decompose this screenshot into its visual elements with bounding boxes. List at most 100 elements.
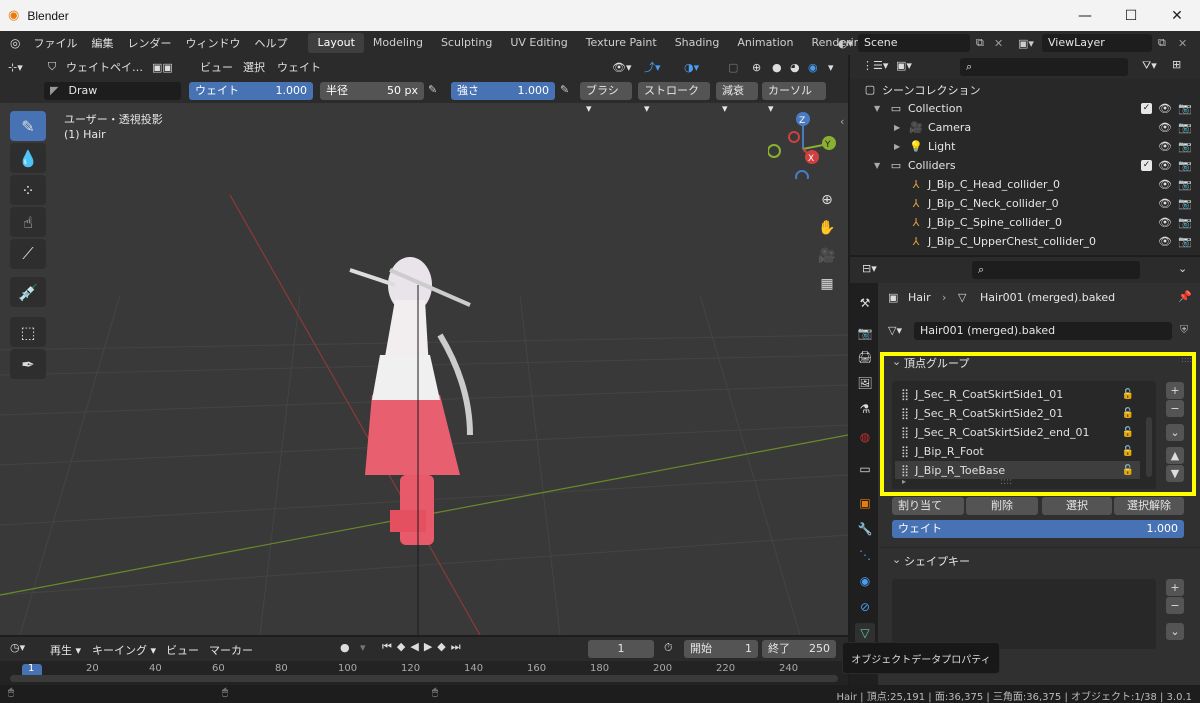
tab-render[interactable]: 📷 (855, 323, 875, 343)
exclude-checkbox[interactable]: ✓ (1141, 160, 1152, 171)
tab-view-layer[interactable]: 🖼 (855, 373, 875, 393)
cursor-dropdown[interactable]: カーソル ▾ (762, 82, 826, 115)
navigation-gizmo[interactable]: Z Y X (768, 109, 838, 179)
timeline-editor-icon[interactable]: ◷▾ (10, 641, 25, 654)
start-frame-field[interactable]: 開始 1 (684, 640, 758, 658)
vertex-group-row[interactable]: ⣿ J_Sec_R_CoatSkirtSide2_01 🔓 (895, 404, 1140, 422)
shading-rendered-icon[interactable]: ◉ (808, 61, 818, 74)
eye-icon[interactable]: 👁 (1158, 178, 1172, 191)
overlay-toggle-icon[interactable]: ◑▾ (684, 61, 699, 74)
tab-tool[interactable]: ⚒ (855, 293, 875, 313)
outliner-row[interactable]: ⅄ J_Bip_C_Neck_collider_0 👁 📷 (850, 194, 1200, 213)
properties-options-icon[interactable]: ⌄ (1178, 262, 1187, 275)
tab-sculpting[interactable]: Sculpting (432, 33, 501, 53)
auto-keying-icon[interactable]: ● (340, 641, 350, 654)
outliner-row[interactable]: ⅄ J_Bip_C_Spine_collider_0 👁 📷 (850, 213, 1200, 232)
mesh-browse-icon[interactable]: ▽▾ (888, 324, 902, 337)
expand-arrow-icon[interactable]: ▶ (894, 142, 908, 151)
brush-dropdown[interactable]: ブラシ ▾ (580, 82, 632, 115)
properties-editor-icon[interactable]: ⊟▾ (862, 262, 877, 275)
vertex-group-row[interactable]: ⣿ J_Bip_R_ToeBase 🔓 (895, 461, 1140, 479)
brush-field[interactable]: ◤ Draw (44, 82, 181, 100)
tab-physics[interactable]: ◉ (855, 571, 875, 591)
menu-render[interactable]: レンダー (120, 35, 178, 51)
assign-button[interactable]: 割り当て (892, 497, 964, 515)
3d-viewport[interactable]: ⊹▾ ⛉ ウェイトペイ… ▣▣ ビュー 選択 ウェイト 👁▾ ⤴▾ ◑▾ ▢ ⊕… (0, 55, 848, 635)
group-weight-slider[interactable]: ウェイト 1.000 (892, 520, 1184, 538)
outliner-row[interactable]: ▼ ▭ Colliders ✓ 👁 📷 (850, 156, 1200, 175)
select-group-button[interactable]: 選択 (1042, 497, 1112, 515)
menu-file[interactable]: ファイル (26, 35, 84, 51)
menu-edit[interactable]: 編集 (84, 35, 120, 51)
render-camera-icon[interactable]: 📷 (1178, 140, 1192, 153)
menu-select[interactable]: 選択 (243, 59, 265, 75)
tab-output[interactable]: 🖨 (855, 347, 875, 367)
blur-tool[interactable]: 💧 (10, 143, 46, 173)
playback-menu[interactable]: 再生 ▾ (50, 642, 81, 658)
shapekeys-title[interactable]: シェイプキー (904, 553, 970, 569)
vertex-group-row[interactable]: ⣿ J_Bip_R_Foot 🔓 (895, 442, 1140, 460)
vertex-groups-expand-icon[interactable]: ⌄ (892, 355, 901, 368)
keying-menu[interactable]: キーイング ▾ (92, 642, 156, 658)
mesh-name-field[interactable]: Hair001 (merged).baked (914, 322, 1172, 340)
eye-icon[interactable]: 👁 (1158, 121, 1172, 134)
tab-layout[interactable]: Layout (308, 33, 364, 53)
vertex-group-row[interactable]: ⣿ J_Sec_R_CoatSkirtSide2_end_01 🔓 (895, 423, 1140, 441)
render-camera-icon[interactable]: 📷 (1178, 216, 1192, 229)
eye-icon[interactable]: 👁 (1158, 102, 1172, 115)
outliner-row[interactable]: ⅄ J_Bip_C_Head_collider_0 👁 📷 (850, 175, 1200, 194)
playback-controls[interactable]: ⏮◆◀▶◆⏭ (382, 640, 466, 654)
menu-weights[interactable]: ウェイト (277, 59, 321, 75)
expand-arrow-icon[interactable]: ▼ (874, 104, 888, 113)
outliner-display-mode-icon[interactable]: ▣▾ (896, 59, 912, 72)
remove-vertex-group-button[interactable]: − (1166, 400, 1184, 417)
vertex-groups-title[interactable]: 頂点グループ (904, 355, 969, 371)
add-vertex-group-button[interactable]: + (1166, 382, 1184, 399)
expand-arrow-icon[interactable]: ▶ (894, 123, 908, 132)
tab-shading[interactable]: Shading (666, 33, 729, 53)
render-camera-icon[interactable]: 📷 (1178, 178, 1192, 191)
tab-particles[interactable]: ⋱ (855, 545, 875, 565)
exclude-checkbox[interactable]: ✓ (1141, 103, 1152, 114)
viewlayer-close-icon[interactable]: ✕ (1178, 37, 1187, 50)
outliner-search[interactable]: ⌕ (960, 58, 1128, 76)
move-group-down-button[interactable]: ▼ (1166, 465, 1184, 482)
eye-icon[interactable]: 👁 (1158, 216, 1172, 229)
shading-wireframe-icon[interactable]: ⊕ (752, 61, 761, 74)
stroke-dropdown[interactable]: ストローク ▾ (638, 82, 710, 115)
tab-object[interactable]: ▣ (855, 493, 875, 513)
render-camera-icon[interactable]: 📷 (1178, 235, 1192, 248)
properties-search[interactable]: ⌕ (972, 261, 1140, 279)
sidebar-toggle-icon[interactable]: ‹ (840, 115, 844, 128)
sample-weight-tool[interactable]: 💉 (10, 277, 46, 307)
shading-material-icon[interactable]: ◕ (790, 61, 800, 74)
scene-copy-icon[interactable]: ⧉ (976, 36, 984, 50)
scene-icon[interactable]: ◐▾ (838, 37, 853, 50)
list-scrollbar[interactable] (1146, 417, 1152, 477)
shading-options-icon[interactable]: ▾ (828, 61, 834, 74)
deselect-group-button[interactable]: 選択解除 (1114, 497, 1184, 515)
tab-scene[interactable]: ⚗ (855, 399, 875, 419)
close-window-button[interactable]: ✕ (1154, 0, 1200, 31)
preview-range-icon[interactable]: ⏱ (664, 641, 673, 655)
render-camera-icon[interactable]: 📷 (1178, 121, 1192, 134)
marker-menu[interactable]: マーカー (209, 642, 253, 658)
eye-icon[interactable]: 👁 (1158, 140, 1172, 153)
keying-options-icon[interactable]: ▾ (360, 641, 366, 654)
xray-icon[interactable]: ▢ (728, 61, 738, 74)
shading-solid-icon[interactable]: ● (772, 61, 782, 74)
lock-icon[interactable]: 🔓 (1122, 427, 1134, 438)
visibility-icon[interactable]: 👁▾ (612, 61, 632, 74)
current-frame-field[interactable]: 1 (588, 640, 654, 658)
mask-toggle-icon[interactable]: ▣▣ (152, 61, 173, 74)
select-box-tool[interactable]: ⬚ (10, 317, 46, 347)
viewlayer-icon[interactable]: ▣▾ (1018, 37, 1034, 50)
draw-tool[interactable]: ✎ (10, 111, 46, 141)
render-camera-icon[interactable]: 📷 (1178, 102, 1192, 115)
vertex-group-specials-button[interactable]: ⌄ (1166, 424, 1184, 441)
outliner-editor-icon[interactable]: ⋮☰▾ (862, 59, 888, 72)
gizmo-toggle-icon[interactable]: ⤴▾ (644, 59, 661, 75)
pin-icon[interactable]: 📌 (1178, 290, 1192, 303)
tab-animation[interactable]: Animation (728, 33, 802, 53)
average-tool[interactable]: ⁘ (10, 175, 46, 205)
